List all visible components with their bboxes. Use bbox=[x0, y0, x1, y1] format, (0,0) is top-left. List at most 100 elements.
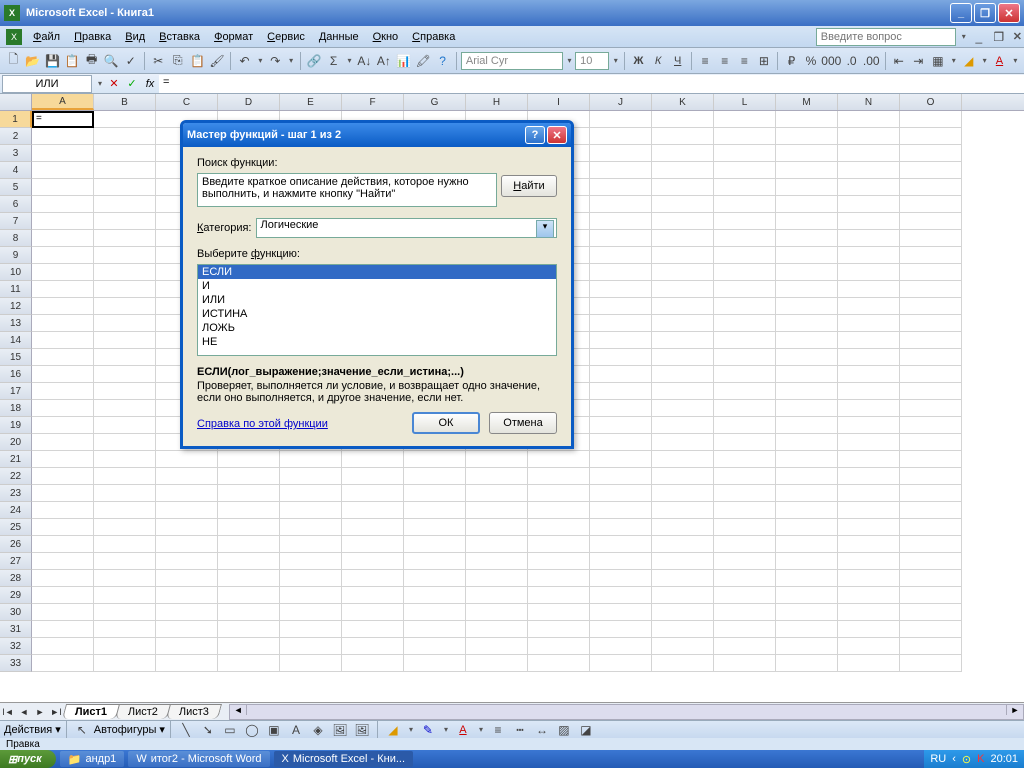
undo-icon[interactable]: ↶ bbox=[235, 51, 254, 71]
cell-E33[interactable] bbox=[280, 655, 342, 672]
cell-N27[interactable] bbox=[838, 553, 900, 570]
last-sheet-icon[interactable]: ►I bbox=[48, 704, 64, 720]
fill-color-icon[interactable]: ◢ bbox=[959, 51, 978, 71]
format-painter-icon[interactable]: 🖌 bbox=[208, 51, 227, 71]
cell-C26[interactable] bbox=[156, 536, 218, 553]
row-header-12[interactable]: 12 bbox=[0, 298, 32, 315]
cell-B29[interactable] bbox=[94, 587, 156, 604]
horizontal-scrollbar[interactable] bbox=[229, 704, 1024, 720]
cell-F31[interactable] bbox=[342, 621, 404, 638]
cell-O12[interactable] bbox=[900, 298, 962, 315]
minimize-button[interactable]: _ bbox=[950, 3, 972, 23]
cell-O10[interactable] bbox=[900, 264, 962, 281]
cell-J16[interactable] bbox=[590, 366, 652, 383]
cancel-formula-icon[interactable]: ✕ bbox=[105, 75, 123, 93]
cell-O31[interactable] bbox=[900, 621, 962, 638]
sheet-tab-1[interactable]: Лист1 bbox=[62, 704, 120, 719]
cell-E25[interactable] bbox=[280, 519, 342, 536]
cell-J6[interactable] bbox=[590, 196, 652, 213]
row-header-2[interactable]: 2 bbox=[0, 128, 32, 145]
cell-K25[interactable] bbox=[652, 519, 714, 536]
cell-B7[interactable] bbox=[94, 213, 156, 230]
cell-L12[interactable] bbox=[714, 298, 776, 315]
cell-A3[interactable] bbox=[32, 145, 94, 162]
row-header-23[interactable]: 23 bbox=[0, 485, 32, 502]
row-header-18[interactable]: 18 bbox=[0, 400, 32, 417]
cell-M30[interactable] bbox=[776, 604, 838, 621]
maximize-button[interactable]: ❐ bbox=[974, 3, 996, 23]
cell-J32[interactable] bbox=[590, 638, 652, 655]
cell-L1[interactable] bbox=[714, 111, 776, 128]
cell-N1[interactable] bbox=[838, 111, 900, 128]
fx-icon[interactable]: fx bbox=[141, 75, 159, 93]
row-header-11[interactable]: 11 bbox=[0, 281, 32, 298]
cell-N2[interactable] bbox=[838, 128, 900, 145]
cell-O22[interactable] bbox=[900, 468, 962, 485]
cell-B17[interactable] bbox=[94, 383, 156, 400]
cell-I22[interactable] bbox=[528, 468, 590, 485]
cell-K10[interactable] bbox=[652, 264, 714, 281]
cell-J12[interactable] bbox=[590, 298, 652, 315]
cell-J10[interactable] bbox=[590, 264, 652, 281]
cell-E30[interactable] bbox=[280, 604, 342, 621]
cell-O30[interactable] bbox=[900, 604, 962, 621]
cell-A25[interactable] bbox=[32, 519, 94, 536]
cell-E22[interactable] bbox=[280, 468, 342, 485]
cell-J22[interactable] bbox=[590, 468, 652, 485]
row-header-33[interactable]: 33 bbox=[0, 655, 32, 672]
cell-N26[interactable] bbox=[838, 536, 900, 553]
cell-L3[interactable] bbox=[714, 145, 776, 162]
cell-F30[interactable] bbox=[342, 604, 404, 621]
cell-B27[interactable] bbox=[94, 553, 156, 570]
cell-N7[interactable] bbox=[838, 213, 900, 230]
cell-D22[interactable] bbox=[218, 468, 280, 485]
cell-B10[interactable] bbox=[94, 264, 156, 281]
row-header-16[interactable]: 16 bbox=[0, 366, 32, 383]
cell-B18[interactable] bbox=[94, 400, 156, 417]
cell-B30[interactable] bbox=[94, 604, 156, 621]
cell-K21[interactable] bbox=[652, 451, 714, 468]
cell-B26[interactable] bbox=[94, 536, 156, 553]
cell-I21[interactable] bbox=[528, 451, 590, 468]
save-icon[interactable]: 💾 bbox=[43, 51, 62, 71]
cell-C22[interactable] bbox=[156, 468, 218, 485]
cell-B20[interactable] bbox=[94, 434, 156, 451]
cell-N29[interactable] bbox=[838, 587, 900, 604]
cell-G23[interactable] bbox=[404, 485, 466, 502]
cell-J9[interactable] bbox=[590, 247, 652, 264]
cell-L16[interactable] bbox=[714, 366, 776, 383]
cell-L18[interactable] bbox=[714, 400, 776, 417]
cell-I23[interactable] bbox=[528, 485, 590, 502]
cell-O17[interactable] bbox=[900, 383, 962, 400]
menu-Правка[interactable]: Правка bbox=[67, 29, 118, 45]
cell-O20[interactable] bbox=[900, 434, 962, 451]
drawing-icon[interactable]: 🖍 bbox=[414, 51, 433, 71]
cell-I24[interactable] bbox=[528, 502, 590, 519]
cell-K26[interactable] bbox=[652, 536, 714, 553]
cell-B22[interactable] bbox=[94, 468, 156, 485]
cell-L15[interactable] bbox=[714, 349, 776, 366]
cell-E27[interactable] bbox=[280, 553, 342, 570]
clock[interactable]: 20:01 bbox=[990, 753, 1018, 765]
cell-M7[interactable] bbox=[776, 213, 838, 230]
cell-C32[interactable] bbox=[156, 638, 218, 655]
decrease-indent-icon[interactable]: ⇤ bbox=[889, 51, 908, 71]
col-header-J[interactable]: J bbox=[590, 94, 652, 110]
cell-A23[interactable] bbox=[32, 485, 94, 502]
cell-K30[interactable] bbox=[652, 604, 714, 621]
cell-O14[interactable] bbox=[900, 332, 962, 349]
cell-B28[interactable] bbox=[94, 570, 156, 587]
cell-O32[interactable] bbox=[900, 638, 962, 655]
cell-E32[interactable] bbox=[280, 638, 342, 655]
cell-D27[interactable] bbox=[218, 553, 280, 570]
cell-J23[interactable] bbox=[590, 485, 652, 502]
cell-M4[interactable] bbox=[776, 162, 838, 179]
cell-J28[interactable] bbox=[590, 570, 652, 587]
cell-F33[interactable] bbox=[342, 655, 404, 672]
cell-N12[interactable] bbox=[838, 298, 900, 315]
cell-A22[interactable] bbox=[32, 468, 94, 485]
cell-M5[interactable] bbox=[776, 179, 838, 196]
cell-O21[interactable] bbox=[900, 451, 962, 468]
cell-K20[interactable] bbox=[652, 434, 714, 451]
cell-A8[interactable] bbox=[32, 230, 94, 247]
